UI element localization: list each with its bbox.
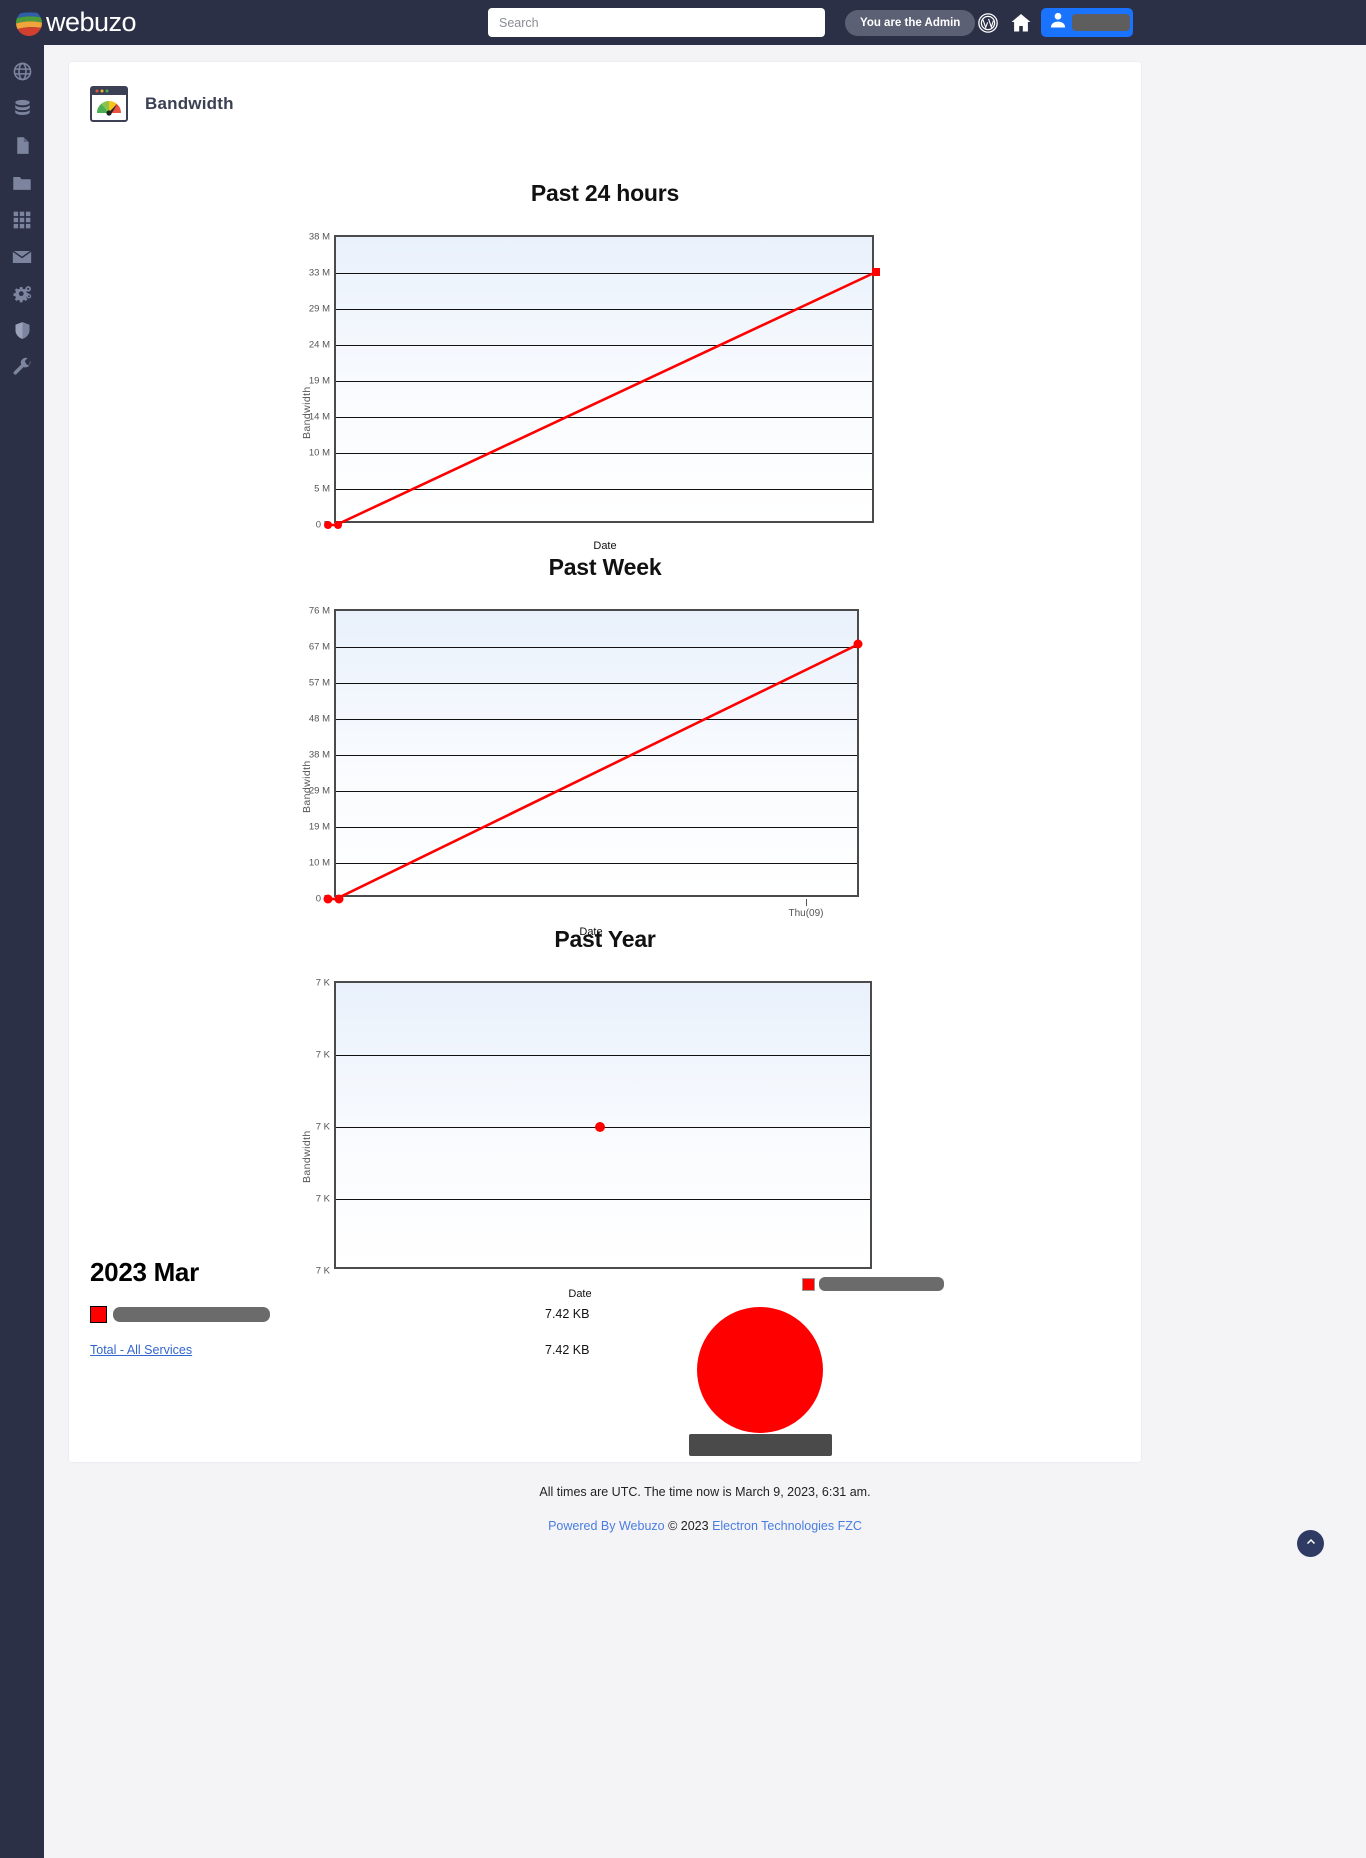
sidebar-item-database[interactable] [0,90,44,127]
service-label-redacted [113,1306,270,1322]
chart-title: Past 24 hours [530,180,680,206]
sidebar-item-settings[interactable] [0,275,44,312]
chart-past-year: Past Year Bandwidth 7 K 7 K 7 K 7 K 7 K [69,926,1141,1300]
y-tick: 48 M [308,713,330,725]
top-bar: webuzo You are the Admin [0,0,1366,45]
plot-area: 38 M 33 M 29 M 24 M 19 M 14 M 10 M 5 M 0… [309,232,880,531]
y-tick: 19 M [308,821,330,833]
y-tick: 33 M [308,267,330,279]
pie-legend-swatch [802,1277,815,1291]
series-line [324,268,880,529]
webuzo-globe-logo-icon [14,8,44,38]
footer-time-note: All times are UTC. The time now is March… [539,1485,871,1499]
series-points [595,1122,605,1132]
y-tick: 10 M [308,857,330,869]
bandwidth-card: Bandwidth Past 24 hours Bandwidth 38 M 3… [69,62,1141,1462]
chevron-up-icon [1305,1536,1317,1551]
card-header: Bandwidth [90,86,234,122]
y-tick: 7 K [315,1121,330,1133]
y-tick: 19 M [308,375,330,387]
series-line [323,639,863,904]
y-tick: 7 K [315,1049,330,1061]
sidebar-item-globe[interactable] [0,53,44,90]
plot-area: 76 M 67 M 57 M 48 M 38 M 29 M 19 M 10 M … [309,606,863,919]
search-wrapper [488,8,825,37]
y-tick: 57 M [308,677,330,689]
sidebar-item-file[interactable] [0,127,44,164]
y-tick: 14 M [308,411,330,423]
chart-past-24-hours: Past 24 hours Bandwidth 38 M 33 M 29 M 2… [69,180,1141,567]
y-tick: 76 M [308,605,330,617]
copyright-text: © 2023 [668,1519,709,1533]
pie-legend-label-redacted [819,1277,944,1291]
chart-title: Past Year [554,926,656,952]
user-label-redacted [1072,14,1130,31]
y-tick: 7 K [315,977,330,989]
footer: All times are UTC. The time now is March… [44,1485,1366,1533]
powered-by-link[interactable]: Powered By Webuzo [548,1519,665,1533]
y-tick: 38 M [308,749,330,761]
pie-slice-total[interactable] [697,1307,823,1433]
sidebar-item-apps[interactable] [0,201,44,238]
y-tick: 5 M [314,483,330,495]
page-title: Bandwidth [145,94,234,113]
x-tick-mark [806,899,807,906]
company-link[interactable]: Electron Technologies FZC [712,1519,862,1533]
y-tick: 29 M [308,303,330,315]
summary-row-value: 7.42 KB [545,1307,590,1321]
sidebar-item-security[interactable] [0,312,44,349]
y-axis-label: Bandwidth [301,1130,313,1183]
total-all-services-link[interactable]: Total - All Services [90,1343,192,1357]
y-tick: 67 M [308,641,330,653]
chart-title: Past Week [548,554,662,580]
home-icon[interactable] [1008,10,1034,36]
plot-wrapper: Bandwidth 76 M 67 M 57 M 48 M 38 M 29 M … [69,581,1141,953]
sidebar [0,45,44,1858]
footer-credit: Powered By Webuzo © 2023 Electron Techno… [44,1519,1366,1533]
sidebar-item-folder[interactable] [0,164,44,201]
chart-past-week: Past Week Bandwidth 76 M 67 M 57 M 48 M … [69,554,1141,953]
y-tick: 29 M [308,785,330,797]
y-tick: 10 M [308,447,330,459]
user-menu-button[interactable] [1041,8,1133,37]
pie-legend [802,1277,944,1291]
brand-text: webuzo [46,7,137,37]
search-input[interactable] [488,8,825,37]
admin-status-button[interactable]: You are the Admin [845,10,976,36]
y-tick: 7 K [315,1193,330,1205]
plot-wrapper: Bandwidth 38 M 33 M 29 M 24 M 19 M 14 M … [69,207,1141,567]
scroll-to-top-button[interactable] [1297,1530,1324,1557]
pie-caption-redacted [689,1434,832,1456]
wordpress-icon[interactable] [975,10,1001,36]
sidebar-item-mail[interactable] [0,238,44,275]
y-tick: 38 M [308,231,330,243]
summary-total-value: 7.42 KB [545,1343,590,1357]
page-body: Bandwidth Past 24 hours Bandwidth 38 M 3… [44,45,1366,1858]
x-axis-label: Date [593,540,617,552]
legend-swatch [90,1305,107,1323]
x-tick-label: Thu(09) [788,908,824,919]
plot-area: 7 K 7 K 7 K 7 K 7 K [316,978,872,1277]
bandwidth-gauge-icon [90,86,128,122]
sidebar-item-tools[interactable] [0,349,44,386]
y-tick: 24 M [308,339,330,351]
brand[interactable]: webuzo [14,7,137,38]
plot-wrapper: Bandwidth 7 K 7 K 7 K 7 K 7 K Date [69,953,1141,1300]
bandwidth-pie-chart [689,1277,1109,1462]
user-icon [1048,10,1068,35]
